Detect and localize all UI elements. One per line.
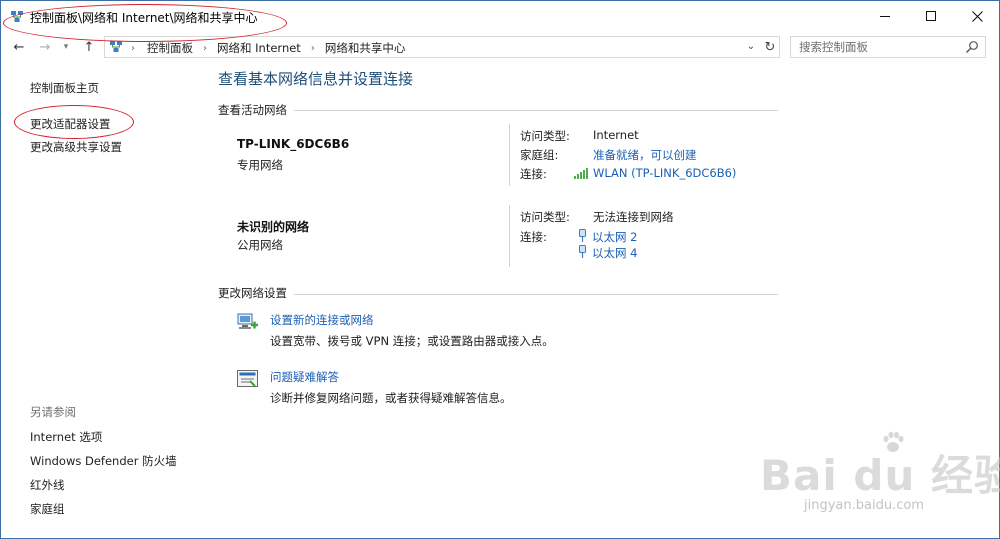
see-also-heading: 另请参阅 <box>30 405 76 419</box>
address-bar[interactable]: › 控制面板 › 网络和 Internet › 网络和共享中心 <box>104 36 780 58</box>
ethernet-2-link[interactable]: 以太网 2 <box>592 229 637 245</box>
network-name: 未识别的网络 <box>237 220 310 234</box>
control-panel-icon <box>110 41 122 52</box>
troubleshoot-problems-description: 诊断并修复网络问题，或者获得疑难解答信息。 <box>270 391 512 405</box>
divider <box>294 294 778 295</box>
title-bar: 控制面板\网络和 Internet\网络和共享中心 <box>0 0 1000 34</box>
search-box[interactable] <box>790 36 986 58</box>
window-title: 控制面板\网络和 Internet\网络和共享中心 <box>30 11 258 25</box>
close-icon <box>971 10 983 22</box>
change-adapter-settings-link[interactable]: 更改适配器设置 <box>30 116 111 132</box>
arrow-up-icon: ↑ <box>83 39 95 55</box>
address-dropdown-button[interactable]: ⌄ <box>744 39 758 53</box>
wlan-connection-link[interactable]: WLAN (TP-LINK_6DC6B6) <box>593 166 736 180</box>
infrared-link[interactable]: 红外线 <box>30 477 65 493</box>
change-advanced-sharing-link[interactable]: 更改高级共享设置 <box>30 139 122 155</box>
network-type[interactable]: 公用网络 <box>237 237 283 253</box>
change-settings-heading: 更改网络设置 <box>218 286 287 300</box>
chevron-down-icon: ⌄ <box>746 40 756 52</box>
chevron-down-icon: ▾ <box>63 42 69 52</box>
close-button[interactable] <box>954 0 1000 32</box>
active-networks-heading: 查看活动网络 <box>218 103 287 117</box>
troubleshoot-icon <box>237 370 258 387</box>
access-type-label: 访问类型: <box>520 129 570 143</box>
chevron-right-icon[interactable]: › <box>203 43 207 54</box>
connections-label: 连接: <box>520 230 547 244</box>
minimize-icon <box>880 15 890 17</box>
troubleshoot-problems-link[interactable]: 问题疑难解答 <box>270 369 339 385</box>
arrow-right-icon: → <box>39 39 51 55</box>
access-type-value: Internet <box>593 128 639 142</box>
maximize-button[interactable] <box>908 0 954 32</box>
minimize-button[interactable] <box>862 0 908 32</box>
ethernet-icon <box>579 229 586 242</box>
access-type-label: 访问类型: <box>520 210 570 224</box>
divider <box>509 205 510 267</box>
back-button[interactable]: ← <box>10 38 28 56</box>
maximize-icon <box>926 11 936 21</box>
divider <box>294 110 778 111</box>
windows-defender-firewall-link[interactable]: Windows Defender 防火墙 <box>30 453 177 469</box>
network-center-icon <box>11 11 23 22</box>
network-name: TP-LINK_6DC6B6 <box>237 137 350 151</box>
search-icon[interactable] <box>965 40 979 54</box>
baidu-jingyan-watermark: Bai du 经验 jingyan.baidu.com <box>760 428 1000 520</box>
homegroup-label: 家庭组: <box>520 148 559 162</box>
breadcrumb-network-internet[interactable]: 网络和 Internet <box>217 40 301 56</box>
watermark-url: jingyan.baidu.com <box>804 498 924 513</box>
control-panel-home-link[interactable]: 控制面板主页 <box>30 80 99 96</box>
homegroup-link[interactable]: 家庭组 <box>30 501 65 517</box>
refresh-icon: ↻ <box>764 39 776 55</box>
refresh-button[interactable]: ↻ <box>762 39 778 55</box>
breadcrumb-network-sharing-center[interactable]: 网络和共享中心 <box>325 40 406 56</box>
setup-new-connection-link[interactable]: 设置新的连接或网络 <box>270 312 374 328</box>
setup-new-connection-description: 设置宽带、拨号或 VPN 连接；或设置路由器或接入点。 <box>270 334 554 348</box>
ethernet-icon <box>579 245 586 258</box>
network-setup-icon <box>237 313 258 329</box>
homegroup-link[interactable]: 准备就绪，可以创建 <box>593 147 697 163</box>
search-input[interactable] <box>799 39 959 55</box>
recent-locations-button[interactable]: ▾ <box>60 38 72 56</box>
chevron-right-icon[interactable]: › <box>311 43 315 54</box>
connections-label: 连接: <box>520 167 547 181</box>
ethernet-4-link[interactable]: 以太网 4 <box>592 245 637 261</box>
breadcrumb-control-panel[interactable]: 控制面板 <box>147 40 193 56</box>
wifi-signal-icon <box>574 168 588 179</box>
page-title: 查看基本网络信息并设置连接 <box>218 70 414 88</box>
access-type-value: 无法连接到网络 <box>593 210 674 224</box>
forward-button[interactable]: → <box>36 38 54 56</box>
internet-options-link[interactable]: Internet 选项 <box>30 429 102 445</box>
watermark-logo: Bai du 经验 <box>760 451 1000 500</box>
network-type[interactable]: 专用网络 <box>237 157 283 173</box>
chevron-right-icon[interactable]: › <box>131 43 135 54</box>
divider <box>509 124 510 186</box>
breadcrumb: › 控制面板 › 网络和 Internet › 网络和共享中心 <box>131 40 405 56</box>
arrow-left-icon: ← <box>13 39 25 55</box>
up-button[interactable]: ↑ <box>80 38 98 56</box>
